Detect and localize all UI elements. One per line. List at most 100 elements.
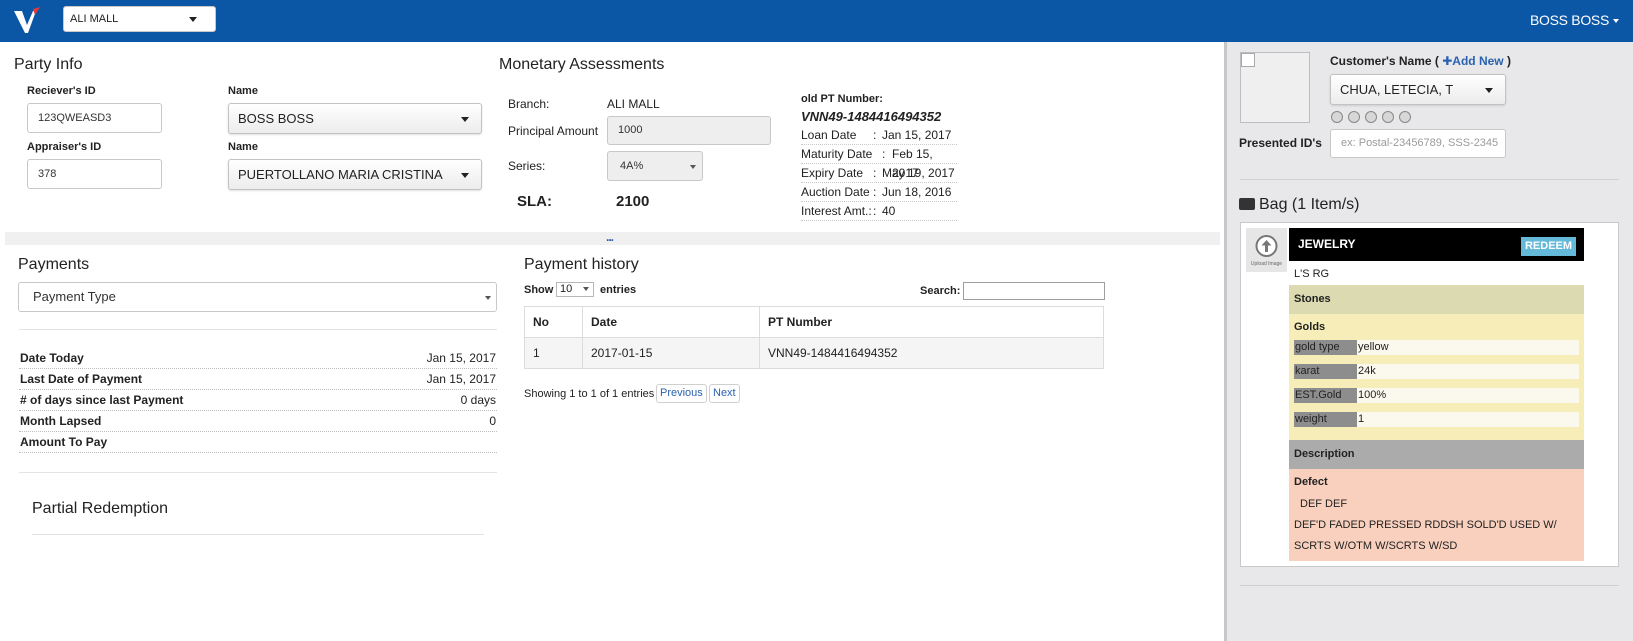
pt-detail-label: Loan Date [801, 128, 857, 142]
chevron-down-icon [461, 173, 469, 178]
table-row[interactable]: 1 2017-01-15 VNN49-1484416494352 [524, 337, 1104, 369]
stones-label: Stones [1294, 293, 1331, 305]
sla-label: SLA: [517, 193, 552, 210]
presented-ids-input[interactable]: ex: Postal-23456789, SSS-2345 [1330, 129, 1506, 158]
pt-detail-sep: : [873, 166, 877, 180]
summary-row: Amount To Pay [19, 432, 497, 453]
appraiser-name-value: PUERTOLLANO MARIA CRISTINA [238, 167, 443, 182]
receiver-name-value: BOSS BOSS [238, 111, 314, 126]
pt-detail-sep: : [873, 185, 877, 199]
sla-value: 2100 [616, 193, 650, 210]
principal-label: Principal Amount [508, 124, 599, 138]
chevron-down-icon [461, 117, 469, 122]
id-dot-button[interactable] [1331, 111, 1343, 123]
summary-row: # of days since last Payment 0 days [19, 390, 497, 411]
gold-attr-key: EST.Gold [1294, 388, 1357, 403]
page-size-value: 10 [560, 283, 573, 295]
payment-type-select[interactable]: Payment Type [18, 282, 497, 312]
series-select[interactable]: 4A% [607, 151, 703, 181]
gold-attr-key: karat [1294, 364, 1357, 379]
monetary-title: Monetary Assessments [499, 56, 665, 73]
receiver-name-label: Name [228, 85, 258, 97]
partial-redemption-title: Partial Redemption [32, 500, 169, 517]
id-dot-button[interactable] [1348, 111, 1360, 123]
chevron-down-icon [690, 165, 696, 169]
search-label: Search: [920, 285, 961, 297]
divider [1240, 585, 1619, 586]
item-category: JEWELRY [1298, 237, 1356, 251]
branch-value: ALI MALL [607, 97, 660, 111]
broken-image-icon [1241, 53, 1255, 67]
expand-toggle[interactable]: ... [606, 230, 614, 244]
principal-amount-value: 1000 [618, 124, 643, 136]
divider [32, 534, 484, 535]
divider [19, 472, 497, 473]
customer-name-label-close: ) [1503, 54, 1511, 68]
summary-value: Jan 15, 2017 [426, 372, 496, 386]
table-header-row: No Date PT Number [524, 306, 1104, 338]
description-label: Description [1294, 448, 1355, 460]
next-button[interactable]: Next [709, 384, 740, 403]
user-name: BOSS BOSS [1530, 12, 1609, 28]
appraiser-id-input[interactable]: 378 [27, 159, 162, 189]
golds-label: Golds [1294, 321, 1326, 333]
pt-detail-value: 40 [882, 204, 896, 218]
add-new-link[interactable]: ✚Add New [1442, 54, 1503, 68]
upload-image-label: Upload Image [1250, 261, 1283, 267]
top-navbar: ALI MALL BOSS BOSS [0, 0, 1633, 42]
table-info: Showing 1 to 1 of 1 entries [524, 388, 655, 400]
presented-ids-placeholder: ex: Postal-23456789, SSS-2345 [1341, 137, 1499, 149]
appraiser-name-dropdown[interactable]: PUERTOLLANO MARIA CRISTINA [228, 159, 482, 190]
summary-row: Last Date of Payment Jan 15, 2017 [19, 369, 497, 390]
receiver-name-dropdown[interactable]: BOSS BOSS [228, 103, 482, 134]
old-pt-label: old PT Number: [801, 93, 883, 105]
upload-icon [1255, 235, 1278, 257]
summary-label: Month Lapsed [20, 414, 102, 428]
pt-detail-value: May 19, 2017 [882, 166, 955, 180]
page-size-select[interactable]: 10 [556, 282, 594, 297]
item-name: L'S RG [1294, 268, 1330, 280]
summary-row: Date Today Jan 15, 2017 [19, 348, 497, 369]
pt-detail-row: Interest Amt.: : 40 [801, 202, 957, 221]
id-dot-button[interactable] [1365, 111, 1377, 123]
previous-button[interactable]: Previous [656, 384, 707, 403]
summary-label: # of days since last Payment [20, 393, 184, 407]
app-logo-icon[interactable] [12, 5, 42, 37]
old-pt-number: VNN49-1484416494352 [801, 109, 942, 124]
id-dot-button[interactable] [1382, 111, 1394, 123]
appraiser-name-label: Name [228, 141, 258, 153]
series-value: 4A% [620, 160, 644, 172]
table-cell: 1 [524, 337, 583, 369]
pt-detail-row: Auction Date : Jun 18, 2016 [801, 183, 957, 202]
summary-row: Month Lapsed 0 [19, 411, 497, 432]
summary-value: Jan 15, 2017 [426, 351, 496, 365]
gold-attr-key: weight [1294, 412, 1357, 427]
column-header[interactable]: PT Number [759, 306, 1104, 338]
customer-name-dropdown[interactable]: CHUA, LETECIA, T [1330, 74, 1506, 105]
payments-title: Payments [18, 256, 90, 273]
chevron-down-icon [1485, 88, 1493, 93]
column-header[interactable]: Date [582, 306, 760, 338]
gold-attr-key: gold type [1294, 340, 1357, 355]
branch-select[interactable]: ALI MALL [63, 6, 216, 32]
table-cell: 2017-01-15 [582, 337, 760, 369]
presented-ids-label: Presented ID's [1239, 136, 1322, 150]
summary-label: Amount To Pay [20, 435, 108, 449]
branch-select-value: ALI MALL [70, 13, 119, 25]
user-menu[interactable]: BOSS BOSS [1530, 12, 1619, 28]
summary-value: 0 [489, 414, 496, 428]
receiver-id-input[interactable]: 123QWEASD3 [27, 103, 162, 133]
bag-title-text: Bag (1 Item/s) [1259, 196, 1360, 213]
pt-detail-label: Auction Date [801, 185, 870, 199]
defect-label: Defect [1294, 476, 1328, 488]
upload-image-button[interactable]: Upload Image [1246, 228, 1287, 272]
search-input[interactable] [963, 282, 1105, 300]
column-header[interactable]: No [524, 306, 583, 338]
entries-label: entries [600, 284, 637, 296]
id-dot-button[interactable] [1399, 111, 1411, 123]
principal-amount-input[interactable]: 1000 [607, 116, 771, 145]
pt-detail-sep: : [882, 147, 886, 161]
redeem-button[interactable]: REDEEM [1521, 237, 1576, 256]
pt-detail-label: Maturity Date [801, 147, 873, 161]
pt-detail-sep: : [873, 204, 877, 218]
